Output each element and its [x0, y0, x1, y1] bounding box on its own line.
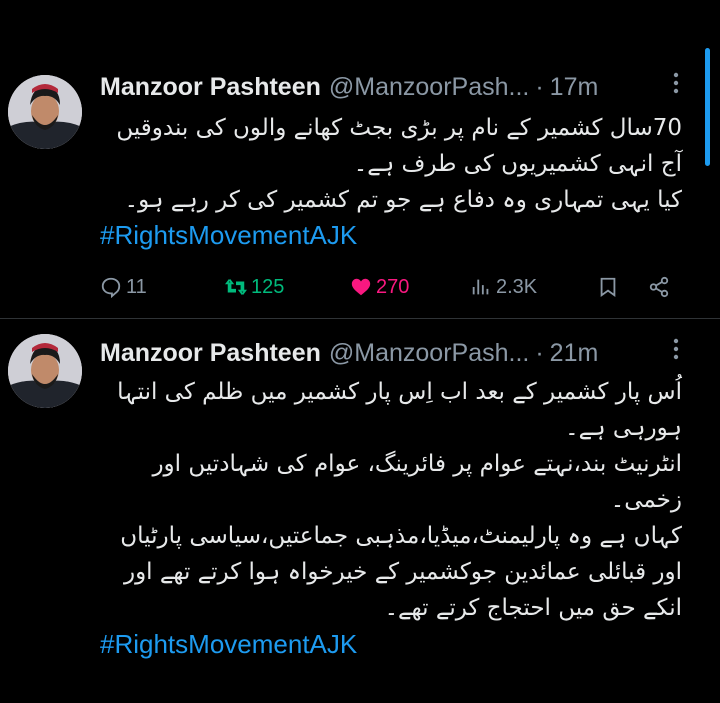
retweet-icon [225, 279, 247, 295]
tweet-text: 70سال کشمیر کے نام پر بڑی بجٹ کھانے والو… [100, 110, 682, 218]
reply-button[interactable]: 11 [100, 270, 147, 304]
reply-icon [101, 277, 121, 298]
hashtag-link[interactable]: #RightsMovementAJK [100, 629, 357, 660]
tweet-1[interactable]: Manzoor Pashteen @ManzoorPash... · 17m 7… [0, 0, 720, 318]
tweet-text-line: انکے حق میں احتجاج کرتے تھے۔ [384, 595, 682, 621]
tweet-text-line: 70سال کشمیر کے نام پر بڑی بجٹ کھانے والو… [116, 115, 682, 141]
share-icon [649, 276, 669, 298]
share-button[interactable] [648, 270, 674, 304]
tweet-2[interactable]: Manzoor Pashteen @ManzoorPash... · 21m ا… [0, 319, 720, 703]
tweet-text-line: آج انہی کشمیریوں کی طرف ہے۔ [353, 151, 682, 177]
bookmark-icon [600, 277, 616, 298]
timestamp[interactable]: 17m [550, 73, 599, 102]
retweet-count: 125 [251, 275, 285, 298]
hashtag-link[interactable]: #RightsMovementAJK [100, 220, 357, 251]
avatar[interactable] [8, 75, 82, 149]
tweet-header: Manzoor Pashteen @ManzoorPash... · 21m [100, 336, 680, 370]
like-count: 270 [376, 275, 410, 298]
tweet-text-line: انٹرنیٹ بند،نہتے عوام پر فائرینگ، عوام ک… [152, 451, 682, 477]
more-vertical-icon[interactable] [662, 72, 690, 100]
author-name[interactable]: Manzoor Pashteen [100, 73, 321, 102]
analytics-icon [472, 279, 489, 295]
like-button[interactable]: 270 [350, 270, 409, 304]
tweet-actions: 11 125 270 2.3K [100, 270, 680, 304]
timestamp[interactable]: 21m [550, 339, 599, 368]
more-vertical-icon[interactable] [662, 338, 690, 366]
separator: · [535, 338, 544, 367]
views-button[interactable]: 2.3K [470, 270, 537, 304]
author-handle[interactable]: @ManzoorPash... [329, 73, 529, 102]
heart-icon [351, 278, 371, 296]
avatar[interactable] [8, 334, 82, 408]
scrollbar[interactable] [705, 48, 710, 166]
tweet-text-line: اور قبائلی عمائدین جوکشمیر کے خیرخواہ ہو… [123, 559, 682, 585]
view-count: 2.3K [496, 275, 538, 298]
tweet-text: اُس پار کشمیر کے بعد اب اِس پار کشمیر می… [100, 374, 682, 626]
separator: · [535, 72, 544, 101]
tweet-text-line: کیا یہی تمہاری وہ دفاع ہے جو تم کشمیر کی… [124, 187, 682, 213]
author-name[interactable]: Manzoor Pashteen [100, 339, 321, 368]
bookmark-button[interactable] [597, 270, 623, 304]
reply-count: 11 [126, 275, 147, 298]
tweet-text-line: اُس پار کشمیر کے بعد اب اِس پار کشمیر می… [117, 379, 682, 405]
retweet-button[interactable]: 125 [225, 270, 284, 304]
tweet-header: Manzoor Pashteen @ManzoorPash... · 17m [100, 70, 680, 104]
author-handle[interactable]: @ManzoorPash... [329, 339, 529, 368]
tweet-text-line: ہورہی ہے۔ [565, 415, 682, 441]
tweet-text-line: کہاں ہے وہ پارلیمنٹ،میڈیا،مذہبی جماعتیں،… [120, 523, 682, 549]
tweet-text-line: زخمی۔ [610, 487, 682, 513]
